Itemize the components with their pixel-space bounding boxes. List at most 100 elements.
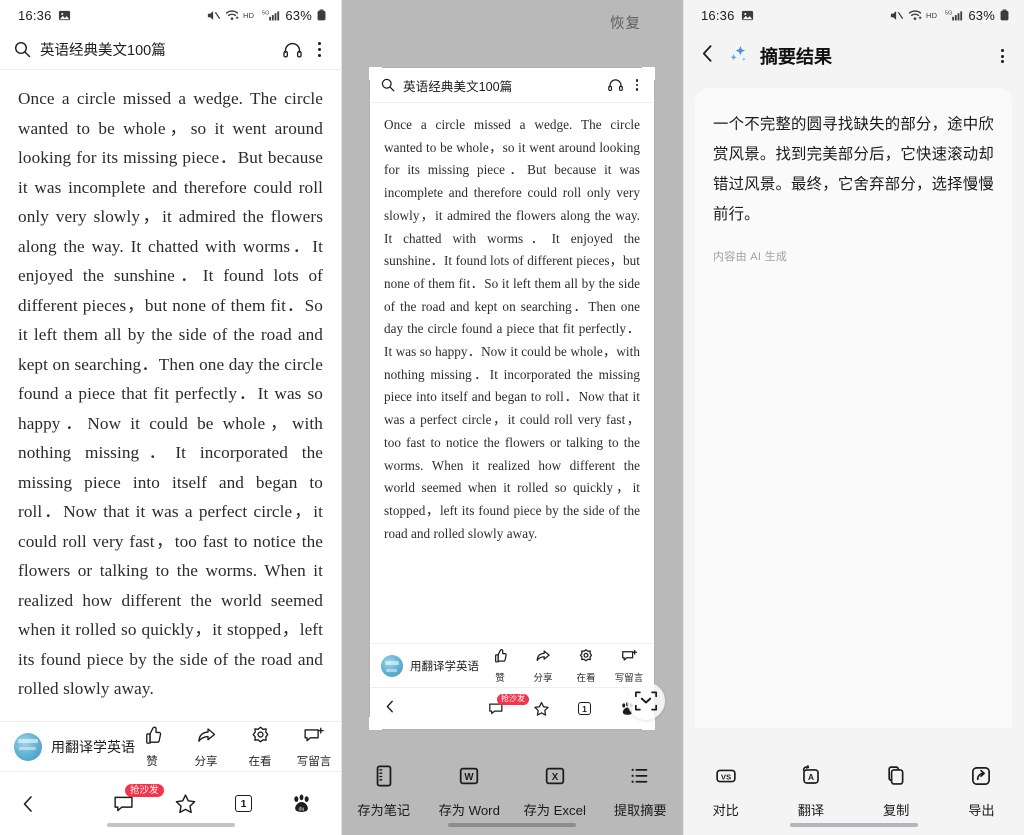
write-comment-button[interactable]: 写留言 bbox=[615, 648, 643, 684]
export-button[interactable]: 导出 bbox=[942, 764, 1020, 819]
ai-sparkle-icon bbox=[727, 43, 749, 70]
app-header-left: 英语经典美文100篇 bbox=[0, 30, 341, 70]
avatar[interactable] bbox=[381, 654, 403, 677]
wifi-icon bbox=[908, 9, 922, 22]
search-icon[interactable] bbox=[381, 78, 395, 92]
like-button[interactable]: 赞 bbox=[135, 725, 169, 769]
selection-corner-top-right[interactable] bbox=[642, 67, 655, 80]
chevron-left-icon[interactable] bbox=[20, 794, 48, 814]
chevron-left-icon[interactable] bbox=[384, 699, 396, 719]
scan-expand-icon[interactable] bbox=[627, 682, 665, 720]
comment-nav-button[interactable]: 抢沙发 bbox=[113, 784, 164, 814]
search-input[interactable]: 英语经典美文100篇 bbox=[40, 39, 274, 60]
share-label: 分享 bbox=[194, 755, 218, 768]
word-icon: W bbox=[457, 764, 481, 793]
home-indicator bbox=[106, 822, 235, 827]
wow-label: 在看 bbox=[576, 672, 596, 684]
more-vertical-icon[interactable] bbox=[994, 47, 1010, 65]
wow-icon bbox=[250, 725, 271, 751]
extract-summary-button[interactable]: 提取摘要 bbox=[601, 764, 679, 819]
save-as-excel-label: 存为 Excel bbox=[523, 803, 586, 818]
photo-icon bbox=[741, 9, 754, 22]
translate-label: 翻译 bbox=[797, 803, 825, 818]
like-button[interactable]: 赞 bbox=[486, 648, 514, 684]
thumbs-up-icon bbox=[142, 725, 163, 751]
home-indicator bbox=[789, 822, 918, 827]
star-icon[interactable] bbox=[533, 701, 550, 717]
article-body-left: Once a circle missed a wedge. The circle… bbox=[0, 70, 341, 704]
translate-button[interactable]: A 翻译 bbox=[772, 764, 850, 819]
like-label: 赞 bbox=[146, 755, 158, 768]
save-as-word-button[interactable]: W 存为 Word bbox=[430, 764, 508, 819]
tab-count-box[interactable]: 1 bbox=[235, 795, 252, 812]
capture-selection[interactable]: 英语经典美文100篇 Once a circle missed a wedge.… bbox=[369, 67, 665, 730]
share-icon bbox=[535, 648, 551, 669]
comment-nav-button[interactable]: 抢沙发 bbox=[488, 694, 529, 716]
svg-text:HD: HD bbox=[243, 11, 255, 20]
selection-corner-top-left[interactable] bbox=[369, 67, 382, 80]
headphone-icon[interactable] bbox=[283, 41, 302, 59]
author-action-row-mid: 用翻译学英语 赞 分享 在看 写留言 bbox=[370, 643, 654, 687]
copy-icon bbox=[884, 764, 908, 793]
share-button[interactable]: 分享 bbox=[529, 648, 557, 684]
panel-right-summary: 16:36 HD 5G 63% 摘要结果 一个不完整的圆寻找缺失的部分，途中欣赏… bbox=[683, 0, 1024, 835]
svg-text:5G: 5G bbox=[262, 10, 270, 16]
signal-5g-icon: 5G bbox=[262, 9, 280, 22]
chevron-left-icon[interactable] bbox=[699, 43, 716, 69]
tab-count-box[interactable]: 1 bbox=[578, 702, 591, 715]
save-as-word-label: 存为 Word bbox=[438, 803, 500, 818]
export-label: 导出 bbox=[968, 803, 995, 818]
export-icon bbox=[969, 764, 993, 793]
author-name[interactable]: 用翻译学英语 bbox=[410, 658, 479, 674]
photo-icon bbox=[58, 9, 71, 22]
star-icon[interactable] bbox=[174, 793, 197, 815]
signal-5g-icon: 5G bbox=[945, 9, 963, 22]
search-icon[interactable] bbox=[14, 41, 31, 58]
wow-button[interactable]: 在看 bbox=[243, 725, 277, 769]
vs-icon: VS bbox=[714, 764, 738, 793]
more-vertical-icon[interactable] bbox=[631, 78, 643, 92]
wow-icon bbox=[578, 648, 594, 669]
write-comment-label: 写留言 bbox=[614, 672, 644, 684]
write-comment-label: 写留言 bbox=[296, 755, 332, 768]
bottom-nav-mid: 抢沙发 1 bbox=[370, 687, 654, 729]
share-button[interactable]: 分享 bbox=[189, 725, 223, 769]
status-clock: 16:36 bbox=[18, 7, 52, 23]
mute-icon bbox=[890, 9, 904, 22]
svg-text:du: du bbox=[299, 806, 305, 812]
page-title: 摘要结果 bbox=[760, 47, 832, 67]
article-text: Once a circle missed a wedge. The circle… bbox=[384, 117, 640, 541]
selection-corner-bottom-left[interactable] bbox=[369, 717, 382, 730]
author-name[interactable]: 用翻译学英语 bbox=[51, 737, 135, 757]
save-as-excel-button[interactable]: X 存为 Excel bbox=[516, 764, 594, 819]
search-input[interactable]: 英语经典美文100篇 bbox=[403, 76, 600, 95]
compare-button[interactable]: VS 对比 bbox=[687, 764, 765, 819]
battery-percent: 63% bbox=[968, 7, 995, 23]
headphone-icon[interactable] bbox=[608, 78, 623, 92]
hd-icon: HD bbox=[926, 10, 941, 20]
wow-button[interactable]: 在看 bbox=[572, 648, 600, 684]
baidu-paw-icon[interactable]: du bbox=[290, 793, 313, 815]
svg-text:5G: 5G bbox=[945, 10, 953, 16]
summary-text: 一个不完整的圆寻找缺失的部分，途中欣赏风景。找到完美部分后，它快速滚动却错过风景… bbox=[713, 116, 994, 223]
comment-badge: 抢沙发 bbox=[125, 784, 164, 797]
save-as-note-button[interactable]: 存为笔记 bbox=[345, 764, 423, 819]
wifi-icon bbox=[225, 9, 239, 22]
three-panel-screenshot: 16:36 HD 5G 63% 英语经典美文100篇 Once a circle… bbox=[0, 0, 1024, 835]
app-header-mid: 英语经典美文100篇 bbox=[370, 68, 654, 103]
more-vertical-icon[interactable] bbox=[311, 41, 327, 59]
status-bar-right: 16:36 HD 5G 63% bbox=[683, 0, 1024, 30]
avatar[interactable] bbox=[14, 732, 42, 761]
ai-disclaimer: 内容由 AI 生成 bbox=[713, 251, 788, 263]
bottom-nav-left: 抢沙发 1 du bbox=[0, 771, 341, 835]
share-icon bbox=[196, 725, 217, 751]
comment-plus-icon bbox=[303, 725, 325, 751]
restore-button[interactable]: 恢复 bbox=[610, 12, 641, 33]
comment-plus-icon bbox=[621, 648, 638, 669]
mute-icon bbox=[207, 9, 221, 22]
copy-button[interactable]: 复制 bbox=[857, 764, 935, 819]
write-comment-button[interactable]: 写留言 bbox=[297, 725, 331, 769]
comment-badge: 抢沙发 bbox=[497, 694, 529, 705]
article-body-mid: Once a circle missed a wedge. The circle… bbox=[370, 103, 654, 545]
home-indicator-mid bbox=[448, 822, 576, 827]
